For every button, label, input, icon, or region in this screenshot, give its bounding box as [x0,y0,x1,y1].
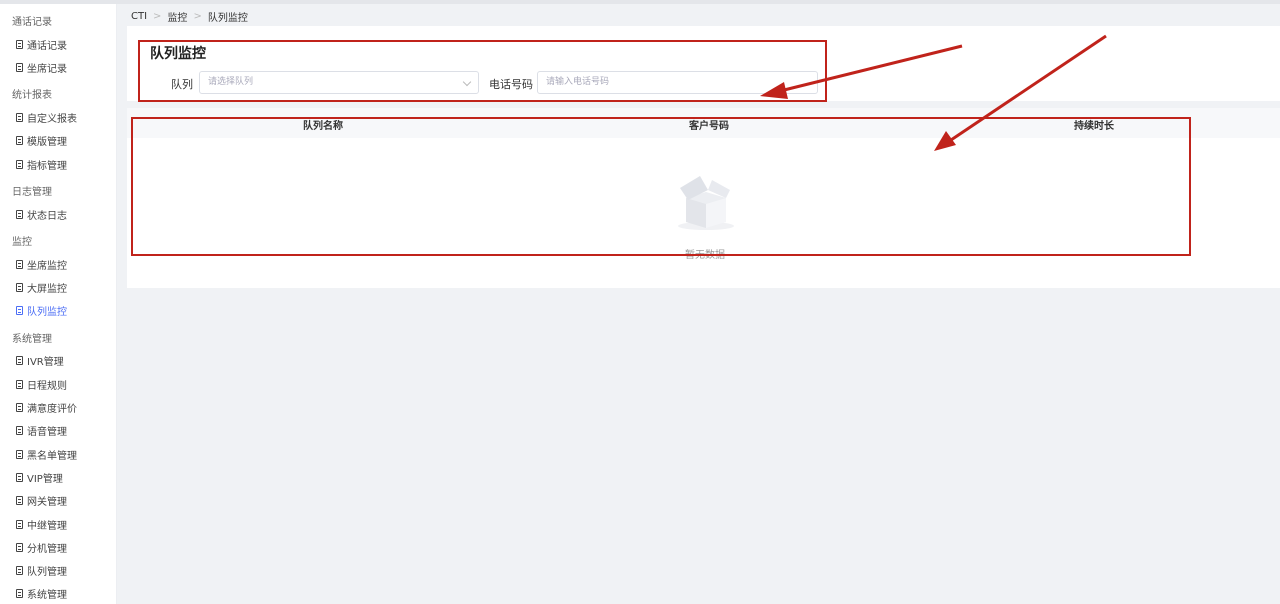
document-icon [16,63,23,72]
document-icon [16,543,23,552]
sidebar-item-label: 大屏监控 [27,284,67,295]
document-icon [16,473,23,482]
sidebar-item-queue-management[interactable]: 队列管理 [16,563,67,578]
sidebar-group-monitoring: 监控 [12,237,32,248]
sidebar-item-label: 系统管理 [27,590,67,601]
document-icon [16,113,23,122]
top-border [0,0,1280,4]
document-icon [16,380,23,389]
sidebar-item-template-management[interactable]: 模版管理 [16,133,67,148]
sidebar-item-ivr[interactable]: IVR管理 [16,353,64,368]
annotation-box-filter [138,40,827,102]
sidebar-item-label: 自定义报表 [27,114,77,125]
sidebar-group-logs: 日志管理 [12,187,52,198]
document-icon [16,356,23,365]
sidebar-item-seat-monitor[interactable]: 坐席监控 [16,257,67,272]
sidebar-item-label: 中继管理 [27,521,67,532]
sidebar-item-label: 语音管理 [27,427,67,438]
sidebar-item-gateway[interactable]: 网关管理 [16,493,67,508]
document-icon [16,306,23,315]
sidebar-item-vip[interactable]: VIP管理 [16,470,63,485]
sidebar-item-schedule-rules[interactable]: 日程规则 [16,377,67,392]
sidebar-group-call-records: 通话记录 [12,17,52,28]
document-icon [16,520,23,529]
document-icon [16,566,23,575]
chevron-right-icon: > [193,11,202,22]
document-icon [16,426,23,435]
sidebar-item-label: 指标管理 [27,161,67,172]
sidebar: 通话记录 通话记录 坐席记录 统计报表 自定义报表 模版管理 指标管理 日志管理… [0,4,117,604]
sidebar-item-label: 状态日志 [27,211,67,222]
sidebar-item-label: 坐席记录 [27,64,67,75]
document-icon [16,40,23,49]
sidebar-item-call-records[interactable]: 通话记录 [16,37,67,52]
breadcrumb-item[interactable]: 监控 [167,9,187,24]
sidebar-item-label: 分机管理 [27,544,67,555]
sidebar-item-voice[interactable]: 语音管理 [16,423,67,438]
sidebar-item-custom-report[interactable]: 自定义报表 [16,110,77,125]
chevron-right-icon: > [153,11,162,22]
sidebar-item-label: 黑名单管理 [27,451,77,462]
sidebar-item-label: 网关管理 [27,497,67,508]
sidebar-group-reports: 统计报表 [12,90,52,101]
breadcrumb-item: 队列监控 [207,13,248,24]
sidebar-item-metric-management[interactable]: 指标管理 [16,157,67,172]
document-icon [16,589,23,598]
sidebar-item-label: VIP管理 [27,474,63,485]
sidebar-item-label: 队列管理 [27,567,67,578]
document-icon [16,403,23,412]
sidebar-item-extension[interactable]: 分机管理 [16,540,67,555]
sidebar-group-system: 系统管理 [12,334,52,345]
sidebar-item-satisfaction[interactable]: 满意度评价 [16,400,77,415]
document-icon [16,136,23,145]
document-icon [16,450,23,459]
document-icon [16,260,23,269]
sidebar-item-screen-monitor[interactable]: 大屏监控 [16,280,67,295]
sidebar-item-trunk[interactable]: 中继管理 [16,517,67,532]
sidebar-item-label: 日程规则 [27,381,67,392]
sidebar-item-blacklist[interactable]: 黑名单管理 [16,447,77,462]
document-icon [16,160,23,169]
sidebar-item-label: 满意度评价 [27,404,77,415]
sidebar-item-label: 通话记录 [27,41,67,52]
sidebar-item-status-log[interactable]: 状态日志 [16,207,67,222]
sidebar-item-label: 坐席监控 [27,261,67,272]
sidebar-item-label: IVR管理 [27,357,64,368]
annotation-box-table [131,117,1191,256]
breadcrumb: CTI > 监控 > 队列监控 [131,9,248,24]
sidebar-item-label: 模版管理 [27,137,67,148]
document-icon [16,283,23,292]
document-icon [16,496,23,505]
document-icon [16,210,23,219]
sidebar-item-queue-monitor[interactable]: 队列监控 [16,303,67,318]
sidebar-item-system-management[interactable]: 系统管理 [16,586,67,601]
sidebar-item-seat-records[interactable]: 坐席记录 [16,60,67,75]
sidebar-item-label: 队列监控 [27,307,67,318]
breadcrumb-item[interactable]: CTI [131,11,147,22]
